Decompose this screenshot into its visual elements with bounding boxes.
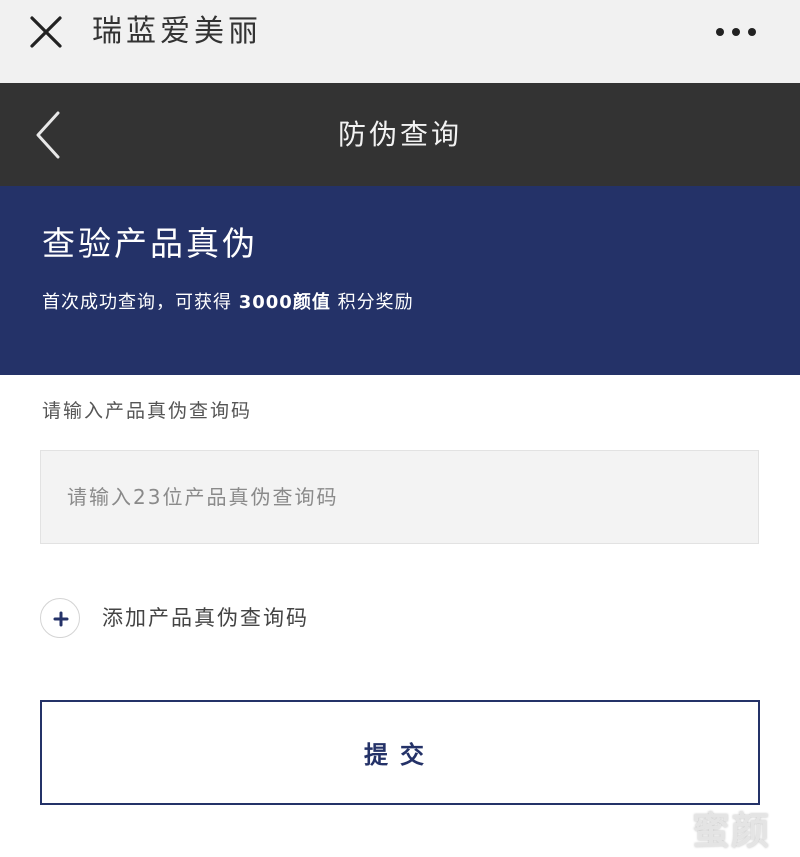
more-dots-icon[interactable] — [710, 14, 766, 50]
nav-header: 防伪查询 — [0, 83, 800, 186]
add-code-label: 添加产品真伪查询码 — [102, 606, 309, 630]
verification-code-input[interactable] — [40, 450, 759, 544]
app-bar: 瑞蓝爱美丽 — [0, 0, 800, 83]
close-icon[interactable] — [26, 12, 66, 52]
watermark-logo: 蜜颜 — [692, 809, 771, 853]
app-name: 瑞蓝爱美丽 — [92, 14, 262, 49]
chevron-left-icon[interactable] — [30, 109, 70, 161]
page: 瑞蓝爱美丽 防伪查询 查验产品真伪 首次成功查询，可获得 3000颜值 积分奖励… — [0, 0, 800, 857]
reward-text-prefix: 首次成功查询，可获得 — [42, 292, 239, 313]
submit-button[interactable]: 提交 — [40, 700, 760, 805]
banner-subtitle: 首次成功查询，可获得 3000颜值 积分奖励 — [42, 290, 414, 316]
reward-points: 3000颜值 — [238, 292, 331, 313]
reward-text-suffix: 积分奖励 — [330, 292, 414, 313]
plus-icon[interactable] — [40, 598, 80, 638]
page-title: 防伪查询 — [337, 118, 462, 151]
code-field-label: 请输入产品真伪查询码 — [42, 400, 253, 422]
banner-heading: 查验产品真伪 — [42, 224, 258, 263]
add-code-button[interactable]: 添加产品真伪查询码 — [40, 598, 360, 640]
verify-banner: 查验产品真伪 首次成功查询，可获得 3000颜值 积分奖励 — [0, 186, 800, 375]
